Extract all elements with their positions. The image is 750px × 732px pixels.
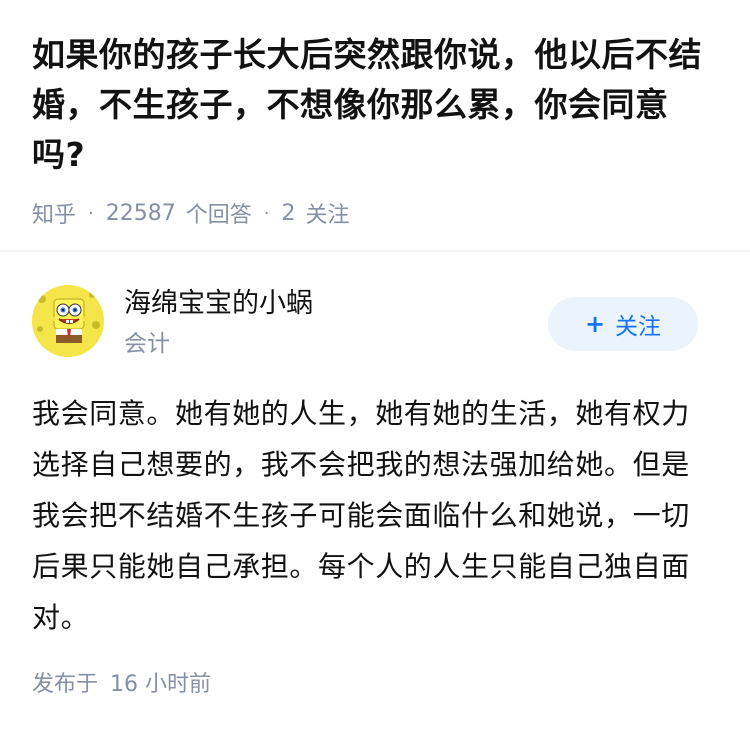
answer-count: 22587 (105, 200, 176, 226)
author-bio: 会计 (124, 331, 170, 357)
meta-separator: · (88, 202, 94, 224)
follow-button[interactable]: + 关注 (548, 297, 698, 351)
follow-count-label[interactable]: 关注 (306, 197, 350, 229)
answer-card: 海绵宝宝的小蜗 会计 + 关注 我会同意。她有她的人生，她有她的生活，她有权力选… (0, 252, 750, 697)
question-header: 如果你的孩子长大后突然跟你说，他以后不结婚，不生孩子，不想像你那么累，你会同意吗… (0, 0, 750, 228)
meta-separator: · (263, 202, 270, 224)
publish-time-value: 16 小时前 (110, 672, 212, 697)
plus-icon: + (584, 310, 606, 338)
answer-content[interactable]: 我会同意。她有她的人生，她有她的生活，她有权力选择自己想要的，我不会把我的想法强… (32, 388, 712, 643)
author-name[interactable]: 海绵宝宝的小蜗 (124, 286, 313, 322)
question-meta: 知乎 · 22587 个回答 · 2 关注 (32, 197, 718, 229)
question-title[interactable]: 如果你的孩子长大后突然跟你说，他以后不结婚，不生孩子，不想像你那么累，你会同意吗… (32, 30, 718, 180)
author-row: 海绵宝宝的小蜗 会计 + 关注 (0, 252, 750, 362)
follow-count: 2 (281, 200, 296, 226)
spongebob-avatar-icon[interactable] (32, 285, 104, 357)
answer-count-label[interactable]: 个回答 (186, 197, 252, 229)
follow-button-label: 关注 (615, 314, 662, 340)
source-label[interactable]: 知乎 (32, 197, 76, 229)
publish-time: 发布于 16 小时前 (32, 666, 211, 698)
publish-time-prefix: 发布于 (32, 672, 99, 697)
